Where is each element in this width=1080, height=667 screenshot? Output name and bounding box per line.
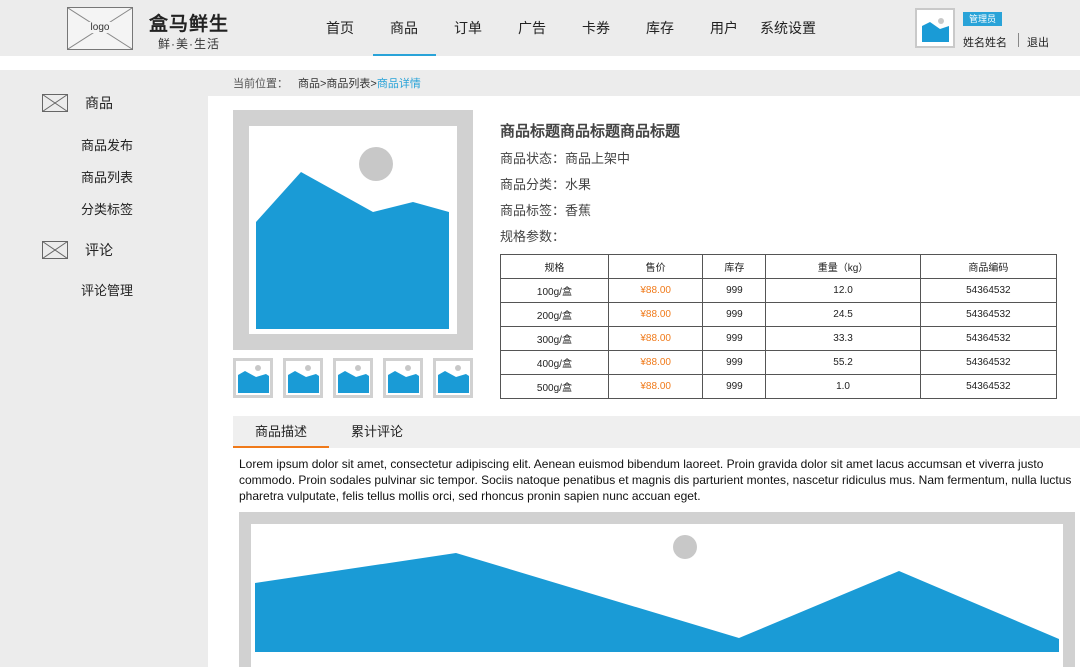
mail-icon [42, 241, 68, 259]
cell-weight: 55.2 [765, 350, 921, 375]
header-separator [0, 56, 1080, 70]
table-row: 200g/盒 ¥88.00 999 24.5 54364532 [500, 302, 1058, 327]
cell-spec: 500g/盒 [500, 374, 609, 399]
cell-weight: 33.3 [765, 326, 921, 351]
product-status: 商品状态：商品上架中 [500, 151, 631, 166]
breadcrumb-label: 当前位置： [233, 78, 288, 90]
detail-tabs: 商品描述 累计评论 [233, 416, 1080, 448]
sidebar-item-review-manage[interactable]: 评论管理 [81, 280, 133, 299]
avatar-image-icon [921, 14, 949, 42]
cell-stock: 999 [702, 302, 767, 327]
product-title: 商品标题商品标题商品标题 [500, 123, 681, 140]
cell-code: 54364532 [919, 302, 1058, 327]
brand-subtitle: 鲜·美·生活 [158, 37, 220, 51]
breadcrumb: 当前位置： 商品>商品列表>商品详情 [208, 70, 1080, 96]
cell-spec: 300g/盒 [500, 326, 609, 351]
image-placeholder-icon [238, 365, 269, 393]
column-header: 库存 [702, 254, 767, 279]
nav-settings[interactable]: 系统设置 [759, 0, 817, 56]
product-tag: 商品标签：香蕉 [500, 203, 592, 218]
logo-text: logo [88, 22, 112, 33]
mail-icon [42, 94, 68, 112]
cell-weight: 12.0 [765, 278, 921, 303]
column-header: 售价 [607, 254, 704, 279]
nav-ads[interactable]: 广告 [517, 0, 547, 56]
tab-active-indicator [233, 446, 329, 448]
image-placeholder-icon [438, 365, 469, 393]
thumbnail[interactable] [383, 358, 423, 398]
image-placeholder-icon [255, 535, 1059, 652]
logo[interactable]: logo [67, 7, 133, 50]
nav-users[interactable]: 用户 [709, 0, 739, 56]
thumbnail[interactable] [233, 358, 273, 398]
nav-home[interactable]: 首页 [325, 0, 355, 56]
table-row: 500g/盒 ¥88.00 999 1.0 54364532 [500, 374, 1058, 399]
breadcrumb-path[interactable]: 商品>商品列表> [298, 78, 377, 90]
cell-weight: 1.0 [765, 374, 921, 399]
sidebar-item-tags[interactable]: 分类标签 [81, 199, 133, 218]
product-category: 商品分类：水果 [500, 177, 592, 192]
sidebar-group-title: 评论 [85, 242, 113, 258]
cell-weight: 24.5 [765, 302, 921, 327]
cell-stock: 999 [702, 278, 767, 303]
table-row: 400g/盒 ¥88.00 999 55.2 54364532 [500, 350, 1058, 375]
cell-stock: 999 [702, 374, 767, 399]
product-panel: 商品标题商品标题商品标题 商品状态：商品上架中 商品分类：水果 商品标签：香蕉 … [208, 96, 1080, 416]
cell-code: 54364532 [919, 374, 1058, 399]
cell-stock: 999 [702, 326, 767, 351]
thumbnail[interactable] [283, 358, 323, 398]
nav-coupons[interactable]: 卡券 [581, 0, 611, 56]
sidebar: 商品 商品发布 商品列表 分类标签 评论 评论管理 [0, 70, 200, 667]
thumbnail[interactable] [433, 358, 473, 398]
image-placeholder-icon [288, 365, 319, 393]
logout-link[interactable]: 退出 [1027, 34, 1049, 50]
main-content: 当前位置： 商品>商品列表>商品详情 商品标题商品标题商品标题 商品状态：商品上架… [208, 70, 1080, 667]
column-header: 规格 [500, 254, 609, 279]
cell-stock: 999 [702, 350, 767, 375]
tab-description[interactable]: 商品描述 [233, 416, 329, 448]
image-placeholder-icon [256, 147, 449, 329]
cell-code: 54364532 [919, 350, 1058, 375]
nav-inventory[interactable]: 库存 [645, 0, 675, 56]
cell-price: ¥88.00 [607, 350, 704, 375]
sidebar-group-title: 商品 [85, 95, 113, 111]
role-badge: 管理员 [963, 12, 1003, 26]
cell-spec: 100g/盒 [500, 278, 609, 303]
specs-table: 规格 售价 库存 重量（kg） 商品编码 100g/盒 ¥88.00 999 1… [500, 254, 1058, 399]
cell-price: ¥88.00 [607, 302, 704, 327]
tab-reviews[interactable]: 累计评论 [329, 416, 425, 448]
header-divider [1018, 33, 1019, 47]
column-header: 重量（kg） [765, 254, 921, 279]
nav-products[interactable]: 商品 [389, 0, 419, 56]
table-row: 100g/盒 ¥88.00 999 12.0 54364532 [500, 278, 1058, 303]
thumbnail[interactable] [333, 358, 373, 398]
sidebar-item-list[interactable]: 商品列表 [81, 167, 133, 186]
table-header-row: 规格 售价 库存 重量（kg） 商品编码 [500, 254, 1058, 279]
cell-code: 54364532 [919, 326, 1058, 351]
brand-title: 盒马鲜生 [149, 14, 230, 35]
breadcrumb-current: 商品详情 [376, 78, 421, 90]
image-placeholder-icon [388, 365, 419, 393]
cell-code: 54364532 [919, 278, 1058, 303]
cell-price: ¥88.00 [607, 374, 704, 399]
sidebar-item-publish[interactable]: 商品发布 [81, 135, 133, 154]
image-placeholder-icon [338, 365, 369, 393]
description-image [239, 512, 1075, 667]
cell-price: ¥88.00 [607, 326, 704, 351]
top-header: logo 盒马鲜生 鲜·美·生活 首页 商品 订单 广告 卡券 库存 用户 系统… [0, 0, 1080, 56]
nav-orders[interactable]: 订单 [453, 0, 483, 56]
user-name: 姓名姓名 [963, 37, 1007, 49]
cell-spec: 400g/盒 [500, 350, 609, 375]
table-row: 300g/盒 ¥88.00 999 33.3 54364532 [500, 326, 1058, 351]
avatar[interactable] [915, 8, 955, 48]
cell-spec: 200g/盒 [500, 302, 609, 327]
specs-label: 规格参数： [500, 229, 566, 244]
column-header: 商品编码 [919, 254, 1058, 279]
product-main-image[interactable] [233, 110, 473, 350]
product-description: Lorem ipsum dolor sit amet, consectetur … [239, 457, 1072, 503]
cell-price: ¥88.00 [607, 278, 704, 303]
